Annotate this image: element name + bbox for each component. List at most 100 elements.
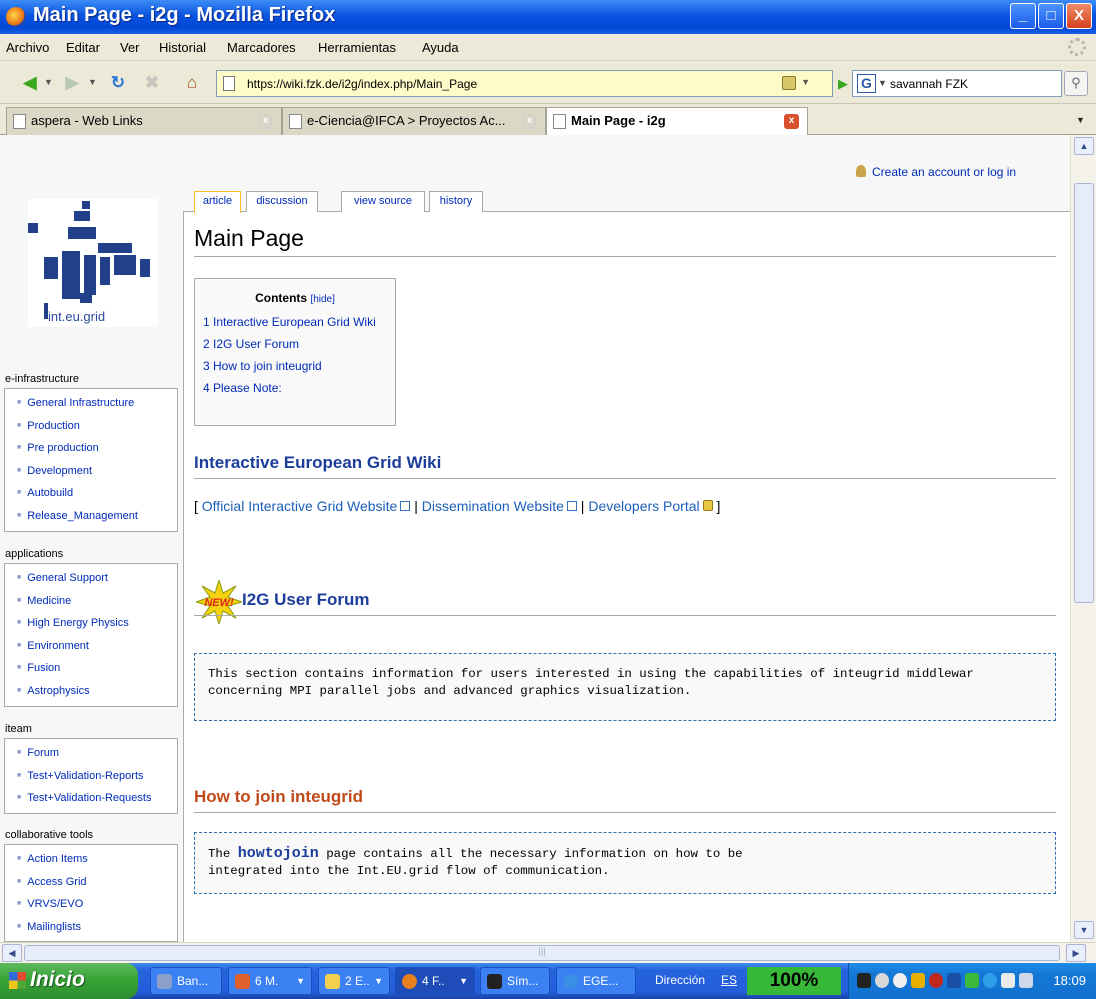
sidebar-link-action-items[interactable]: Action Items [17, 848, 177, 871]
menu-editar[interactable]: Editar [66, 40, 100, 55]
group-dropdown[interactable]: ▼ [296, 976, 305, 986]
sidebar-link-astrophysics[interactable]: Astrophysics [17, 680, 177, 703]
tab-close-icon[interactable]: x [784, 114, 799, 129]
tab-main-page[interactable]: Main Page - i2g x [546, 107, 808, 136]
search-box[interactable]: G ▼ savannah FZK [852, 70, 1062, 97]
sidebar-link-fusion[interactable]: Fusion [17, 657, 177, 680]
close-window-button[interactable]: X [1066, 3, 1092, 29]
search-input-value[interactable]: savannah FZK [890, 77, 968, 91]
tab-close-icon[interactable]: x [522, 114, 537, 129]
sidebar-link-vrvs-evo[interactable]: VRVS/EVO [17, 893, 177, 916]
dissemination-website-link[interactable]: Dissemination Website [422, 498, 564, 514]
taskbar-button-firefox[interactable]: 4 F.. ▼ [395, 967, 475, 995]
stop-icon[interactable]: ✖ [140, 71, 164, 95]
toc-hide-link[interactable]: [hide] [310, 294, 334, 305]
sidebar-link-mailinglists[interactable]: Mailinglists [17, 916, 177, 939]
scroll-down-arrow[interactable]: ▼ [1074, 921, 1094, 939]
scroll-left-arrow[interactable]: ◀ [2, 944, 22, 962]
security-icon[interactable] [929, 973, 943, 988]
safely-remove-icon[interactable] [1019, 973, 1033, 988]
menu-marcadores[interactable]: Marcadores [227, 40, 296, 55]
scroll-right-arrow[interactable]: ▶ [1066, 944, 1086, 962]
tab-history[interactable]: history [429, 191, 483, 212]
toc-item[interactable]: 4 Please Note: [203, 377, 395, 399]
update-icon[interactable] [965, 973, 979, 988]
site-identity-icon[interactable] [782, 76, 796, 90]
language-indicator[interactable]: ES [721, 973, 737, 987]
go-arrow-icon[interactable]: ▶ [838, 76, 848, 92]
howtojoin-link[interactable]: howtojoin [238, 845, 319, 862]
forward-arrow-icon[interactable]: ▶ [60, 71, 84, 95]
tab-article[interactable]: article [194, 191, 241, 213]
login-label[interactable]: Create an account or log in [872, 165, 1016, 179]
url-history-dropdown[interactable]: ▼ [801, 77, 810, 87]
developers-portal-link[interactable]: Developers Portal [588, 498, 699, 514]
menu-archivo[interactable]: Archivo [6, 40, 49, 55]
toc-item[interactable]: 2 I2G User Forum [203, 333, 395, 355]
menu-herramientas[interactable]: Herramientas [318, 40, 396, 55]
maximize-button[interactable]: □ [1038, 3, 1064, 29]
scroll-thumb-horizontal[interactable]: ||| [24, 945, 1060, 961]
toc-item[interactable]: 3 How to join inteugrid [203, 355, 395, 377]
sidebar-link-production[interactable]: Production [17, 415, 177, 438]
network-icon[interactable] [947, 973, 961, 988]
taskbar-button-cmd[interactable]: Sím... [480, 967, 550, 995]
tab-discussion[interactable]: discussion [246, 191, 318, 212]
sidebar-link-test-validation-reports[interactable]: Test+Validation-Reports [17, 765, 177, 788]
group-dropdown[interactable]: ▼ [374, 976, 383, 986]
taskbar-label: EGE... [583, 974, 619, 988]
group-dropdown[interactable]: ▼ [459, 976, 468, 986]
tab-aspera[interactable]: aspera - Web Links x [6, 107, 282, 135]
taskbar-button-ban[interactable]: Ban... [150, 967, 222, 995]
personal-login-link[interactable]: Create an account or log in [856, 165, 1016, 179]
power-icon[interactable] [857, 973, 871, 988]
scroll-thumb[interactable] [1074, 183, 1094, 603]
sidebar-link-general-support[interactable]: General Support [17, 567, 177, 590]
sidebar-link-high-energy-physics[interactable]: High Energy Physics [17, 612, 177, 635]
site-logo[interactable]: int.eu.grid [28, 199, 158, 327]
sidebar-link-forum[interactable]: Forum [17, 742, 177, 765]
taskbar-button-mail[interactable]: 6 M. ▼ [228, 967, 312, 995]
sidebar-link-environment[interactable]: Environment [17, 635, 177, 658]
sidebar-link-access-grid[interactable]: Access Grid [17, 871, 177, 894]
menu-ayuda[interactable]: Ayuda [422, 40, 459, 55]
taskbar-button-explorer[interactable]: 2 E.. ▼ [318, 967, 390, 995]
menu-historial[interactable]: Historial [159, 40, 206, 55]
official-website-link[interactable]: Official Interactive Grid Website [202, 498, 398, 514]
tab-e-ciencia[interactable]: e-Ciencia@IFCA > Proyectos Ac... x [282, 107, 546, 135]
minimize-button[interactable]: _ [1010, 3, 1036, 29]
tab-close-icon[interactable]: x [258, 114, 273, 129]
magnifier-icon[interactable]: ⚲ [1064, 71, 1088, 96]
sidebar-link-autobuild[interactable]: Autobuild [17, 482, 177, 505]
reload-icon[interactable]: ↻ [106, 71, 130, 95]
display-icon[interactable] [1001, 973, 1015, 988]
google-engine-icon[interactable]: G [857, 74, 876, 93]
search-engine-dropdown[interactable]: ▼ [878, 78, 887, 88]
start-button[interactable]: Inicio [0, 963, 138, 999]
back-arrow-icon[interactable]: ◀ [18, 71, 42, 95]
tab-view-source[interactable]: view source [341, 191, 425, 212]
home-icon[interactable]: ⌂ [180, 71, 204, 95]
bluetooth-icon[interactable] [983, 973, 997, 988]
sidebar-link-test-validation-requests[interactable]: Test+Validation-Requests [17, 787, 177, 810]
toc-item[interactable]: 1 Interactive European Grid Wiki [203, 311, 395, 333]
vertical-scrollbar[interactable]: ▲ ▼ [1070, 135, 1096, 942]
back-history-dropdown[interactable]: ▼ [44, 77, 53, 87]
sidebar-link-general-infrastructure[interactable]: General Infrastructure [17, 392, 177, 415]
horizontal-scrollbar[interactable]: ◀ ||| ▶ [0, 942, 1096, 963]
sidebar-link-pre-production[interactable]: Pre production [17, 437, 177, 460]
forward-history-dropdown[interactable]: ▼ [88, 77, 97, 87]
sidebar-link-medicine[interactable]: Medicine [17, 590, 177, 613]
tab-list-dropdown[interactable]: ▼ [1076, 115, 1085, 125]
address-bar[interactable]: https://wiki.fzk.de/i2g/index.php/Main_P… [216, 70, 833, 97]
clock[interactable]: 18:09 [1053, 973, 1086, 988]
clock-tray-icon[interactable] [893, 973, 907, 988]
scroll-up-arrow[interactable]: ▲ [1074, 137, 1094, 155]
taskbar-button-ie[interactable]: EGE... [556, 967, 636, 995]
url-text[interactable]: https://wiki.fzk.de/i2g/index.php/Main_P… [247, 77, 477, 91]
chevron-left-icon[interactable] [875, 973, 889, 988]
sidebar-link-development[interactable]: Development [17, 460, 177, 483]
sidebar-link-release-management[interactable]: Release_Management [17, 505, 177, 528]
menu-ver[interactable]: Ver [120, 40, 140, 55]
messenger-icon[interactable] [911, 973, 925, 988]
